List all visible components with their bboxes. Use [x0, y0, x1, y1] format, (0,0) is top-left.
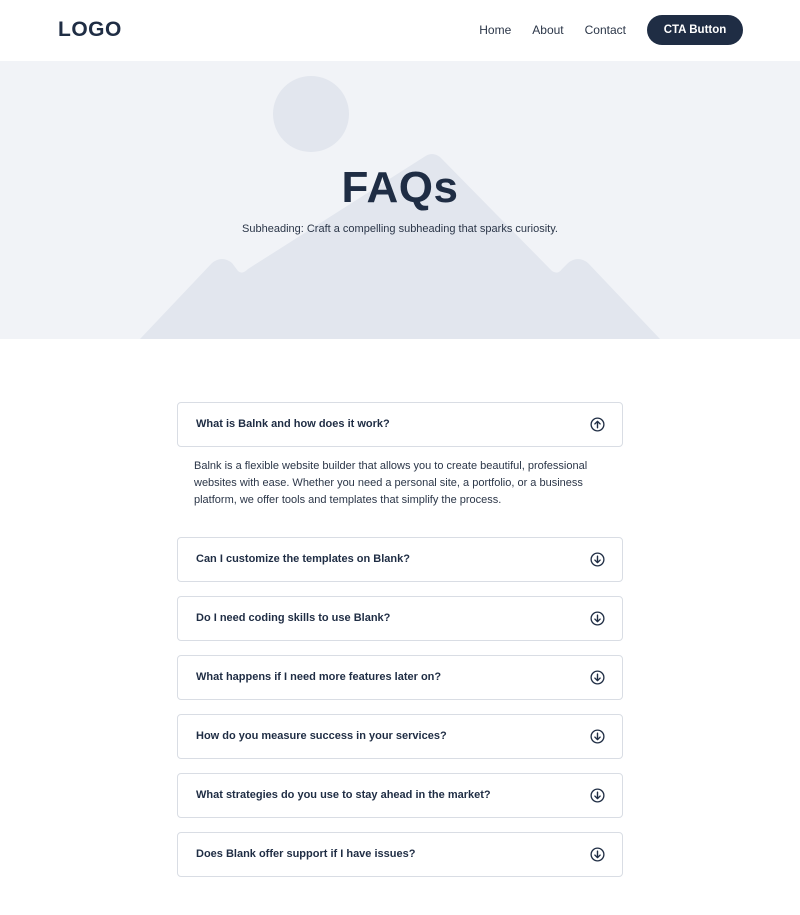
- main-nav: Home About Contact CTA Button: [479, 15, 743, 45]
- arrow-down-circle-icon[interactable]: [590, 552, 605, 567]
- arrow-down-circle-icon[interactable]: [590, 847, 605, 862]
- arrow-down-circle-icon[interactable]: [590, 729, 605, 744]
- nav-link-home[interactable]: Home: [479, 23, 511, 37]
- nav-link-about[interactable]: About: [532, 23, 563, 37]
- page-subheading: Subheading: Craft a compelling subheadin…: [242, 223, 558, 235]
- faq-question: Do I need coding skills to use Blank?: [196, 612, 391, 624]
- faq-item-5[interactable]: How do you measure success in your servi…: [177, 714, 623, 759]
- faq-item-6[interactable]: What strategies do you use to stay ahead…: [177, 773, 623, 818]
- arrow-down-circle-icon[interactable]: [590, 611, 605, 626]
- sun-shape: [273, 76, 349, 152]
- faq-question: Can I customize the templates on Blank?: [196, 553, 410, 565]
- faq-item-4[interactable]: What happens if I need more features lat…: [177, 655, 623, 700]
- faq-question: How do you measure success in your servi…: [196, 730, 447, 742]
- faq-item-1[interactable]: What is Balnk and how does it work?: [177, 402, 623, 447]
- faq-item-3[interactable]: Do I need coding skills to use Blank?: [177, 596, 623, 641]
- faq-question: What happens if I need more features lat…: [196, 671, 442, 683]
- faq-answer: Balnk is a flexible website builder that…: [194, 460, 588, 506]
- faq-question: What strategies do you use to stay ahead…: [196, 789, 491, 801]
- faq-question: What is Balnk and how does it work?: [196, 418, 390, 430]
- hero-section: FAQs Subheading: Craft a compelling subh…: [0, 61, 800, 339]
- logo[interactable]: LOGO: [58, 18, 122, 42]
- arrow-down-circle-icon[interactable]: [590, 788, 605, 803]
- site-header: LOGO Home About Contact CTA Button: [0, 0, 800, 61]
- cta-button[interactable]: CTA Button: [647, 15, 743, 45]
- arrow-up-circle-icon[interactable]: [590, 417, 605, 432]
- nav-link-contact[interactable]: Contact: [585, 23, 626, 37]
- faq-item-2[interactable]: Can I customize the templates on Blank?: [177, 537, 623, 582]
- page-title: FAQs: [341, 163, 459, 212]
- faq-question: Does Blank offer support if I have issue…: [196, 848, 416, 860]
- faq-item-7[interactable]: Does Blank offer support if I have issue…: [177, 832, 623, 877]
- arrow-down-circle-icon[interactable]: [590, 670, 605, 685]
